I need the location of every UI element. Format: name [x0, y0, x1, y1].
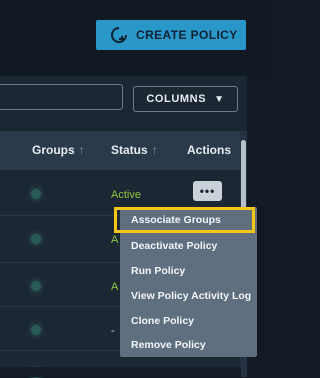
- columns-label: COLUMNS: [146, 93, 207, 105]
- columns-button[interactable]: COLUMNS ▼: [133, 86, 238, 112]
- menu-item-clone-policy[interactable]: Clone Policy: [131, 315, 194, 327]
- actions-column-header: Actions: [187, 143, 231, 157]
- status-value: A: [111, 281, 119, 293]
- group-indicator-dot: [31, 325, 41, 335]
- menu-item-remove-policy[interactable]: Remove Policy: [131, 339, 206, 351]
- menu-item-run-policy[interactable]: Run Policy: [131, 265, 185, 277]
- sort-arrow-icon: ↑: [151, 143, 158, 157]
- more-options-icon: •••: [199, 184, 216, 198]
- actions-header-label: Actions: [187, 143, 232, 157]
- menu-item-deactivate-policy[interactable]: Deactivate Policy: [131, 240, 217, 252]
- caret-down-icon: ▼: [214, 93, 225, 105]
- search-input[interactable]: [0, 84, 123, 110]
- groups-column-header[interactable]: Groups ↑: [32, 143, 85, 157]
- status-header-label: Status: [111, 143, 148, 157]
- group-indicator-dot: [31, 234, 41, 244]
- status-value: -: [111, 325, 115, 337]
- group-indicator-dot: [31, 189, 41, 199]
- highlight-box: [114, 207, 255, 233]
- create-policy-button[interactable]: CREATE POLICY: [96, 20, 246, 50]
- create-policy-icon: [111, 27, 127, 43]
- row-actions-button[interactable]: •••: [193, 181, 222, 201]
- status-column-header[interactable]: Status ↑: [111, 143, 158, 157]
- group-indicator-dot: [31, 281, 41, 291]
- create-policy-label: CREATE POLICY: [136, 28, 238, 42]
- table-footer: [0, 367, 241, 377]
- status-value: A: [111, 234, 119, 246]
- menu-item-view-policy-activity-log[interactable]: View Policy Activity Log: [131, 290, 251, 302]
- status-value: Active: [111, 189, 141, 201]
- groups-header-label: Groups: [32, 143, 75, 157]
- sort-arrow-icon: ↑: [78, 143, 85, 157]
